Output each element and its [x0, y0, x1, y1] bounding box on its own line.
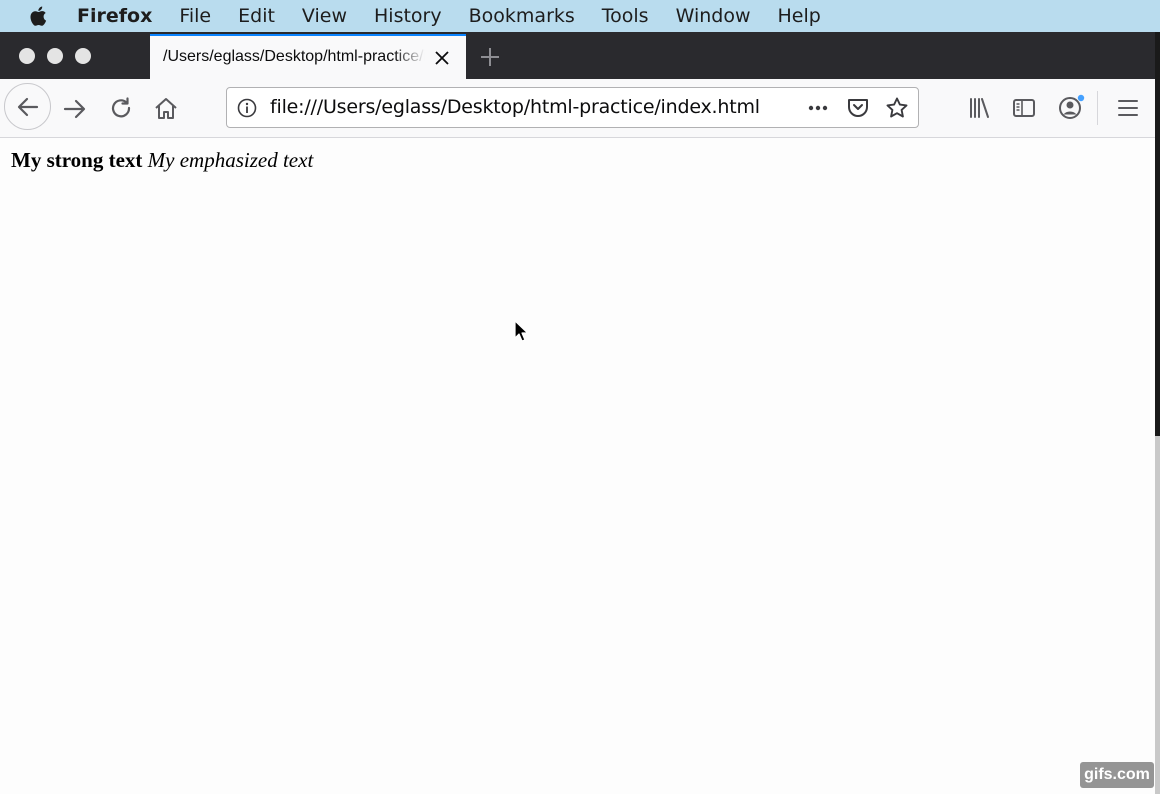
- pocket-icon[interactable]: [846, 96, 870, 120]
- apple-logo-icon[interactable]: [27, 4, 51, 28]
- page-content: My strong text My emphasized text: [0, 138, 1155, 794]
- sidebar-icon[interactable]: [1011, 95, 1037, 121]
- library-icon[interactable]: [967, 95, 993, 121]
- menu-view[interactable]: View: [302, 5, 347, 27]
- forward-arrow-icon[interactable]: [62, 96, 88, 122]
- new-tab-icon[interactable]: [478, 45, 502, 69]
- tab-strip: /Users/eglass/Desktop/html-practice/inde…: [0, 32, 1155, 79]
- close-tab-icon[interactable]: [434, 50, 450, 66]
- close-window-button[interactable]: [19, 48, 35, 64]
- gifs-watermark: gifs.com: [1080, 762, 1154, 788]
- menu-bookmarks[interactable]: Bookmarks: [469, 5, 575, 27]
- background-strip: [1155, 32, 1160, 794]
- menu-window[interactable]: Window: [676, 5, 751, 27]
- page-text: My strong text My emphasized text: [11, 148, 313, 173]
- navigation-toolbar: file:///Users/eglass/Desktop/html-practi…: [0, 79, 1155, 138]
- info-icon[interactable]: [237, 98, 257, 118]
- tab-active[interactable]: /Users/eglass/Desktop/html-practice/inde…: [150, 34, 466, 79]
- browser-window: /Users/eglass/Desktop/html-practice/inde…: [0, 32, 1155, 794]
- menu-file[interactable]: File: [179, 5, 211, 27]
- account-icon[interactable]: [1057, 93, 1087, 123]
- reload-icon[interactable]: [108, 96, 134, 122]
- back-button[interactable]: [4, 83, 51, 130]
- menu-firefox[interactable]: Firefox: [77, 5, 152, 27]
- star-icon[interactable]: [885, 96, 909, 120]
- macos-menu-bar: Firefox File Edit View History Bookmarks…: [0, 0, 1160, 32]
- menu-history[interactable]: History: [374, 5, 442, 27]
- hamburger-menu-icon[interactable]: [1115, 95, 1141, 121]
- menu-help[interactable]: Help: [778, 5, 821, 27]
- emphasized-text: My emphasized text: [147, 148, 314, 172]
- tab-title: /Users/eglass/Desktop/html-practice/inde…: [163, 48, 425, 65]
- menu-tools[interactable]: Tools: [602, 5, 649, 27]
- toolbar-separator: [1097, 91, 1098, 125]
- menu-edit[interactable]: Edit: [238, 5, 275, 27]
- minimize-window-button[interactable]: [47, 48, 63, 64]
- page-actions-icon[interactable]: [806, 96, 830, 120]
- mouse-cursor-icon: [514, 320, 529, 342]
- back-arrow-icon: [17, 97, 39, 117]
- url-bar[interactable]: file:///Users/eglass/Desktop/html-practi…: [226, 87, 919, 128]
- url-text[interactable]: file:///Users/eglass/Desktop/html-practi…: [270, 96, 760, 118]
- home-icon[interactable]: [153, 96, 179, 122]
- strong-text: My strong text: [11, 148, 143, 172]
- zoom-window-button[interactable]: [75, 48, 91, 64]
